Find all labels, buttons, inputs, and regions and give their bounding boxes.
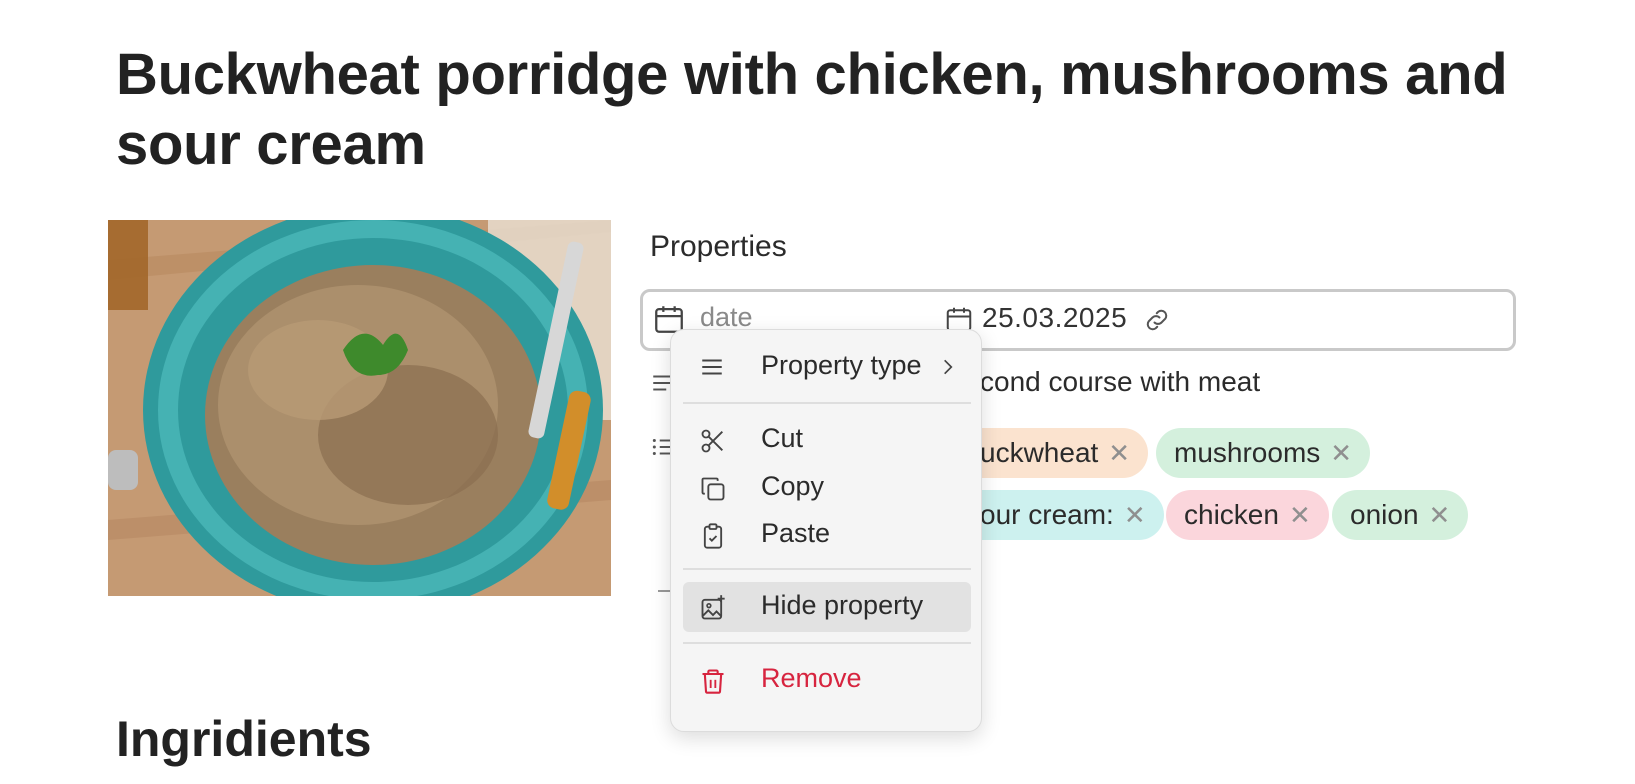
add-property-button[interactable] — [658, 590, 670, 592]
scissors-icon — [701, 429, 723, 453]
properties-heading: Properties — [650, 230, 787, 263]
ingredients-heading: Ingridients — [116, 711, 372, 767]
tag-label: our cream: — [980, 499, 1114, 530]
recipe-photo — [108, 220, 611, 596]
tag-onion[interactable]: onion ✕ — [1332, 490, 1469, 540]
menu-item-copy[interactable]: Copy — [683, 463, 971, 513]
tag-label: uckwheat — [980, 437, 1099, 468]
trash-icon — [702, 669, 724, 694]
menu-item-cut[interactable]: Cut — [683, 415, 971, 465]
remove-tag-icon[interactable]: ✕ — [1124, 500, 1146, 530]
remove-tag-icon[interactable]: ✕ — [1429, 500, 1451, 530]
menu-item-remove[interactable]: Remove — [683, 655, 971, 705]
menu-item-label: Property type — [761, 350, 922, 380]
menu-item-label: Remove — [761, 663, 862, 693]
tag-chicken[interactable]: chicken ✕ — [1166, 490, 1329, 540]
lines-icon — [702, 359, 722, 375]
menu-item-hide-property[interactable]: Hide property — [683, 582, 971, 632]
remove-tag-icon[interactable]: ✕ — [1108, 438, 1130, 468]
menu-item-property-type[interactable]: Property type — [683, 342, 971, 392]
property-context-menu: Property type Cut Copy Paste Hide proper… — [670, 329, 982, 732]
menu-item-label: Cut — [761, 423, 804, 453]
category-value[interactable]: cond course with meat — [980, 366, 1300, 398]
remove-tag-icon[interactable]: ✕ — [1330, 438, 1352, 468]
tag-mushrooms[interactable]: mushrooms ✕ — [1156, 428, 1371, 478]
menu-divider — [683, 402, 971, 404]
menu-divider — [683, 642, 971, 644]
link-icon[interactable] — [1142, 305, 1172, 335]
copy-icon — [701, 477, 725, 501]
menu-item-label: Copy — [761, 471, 825, 501]
image-plus-icon — [701, 595, 725, 620]
chevron-right-icon — [944, 359, 953, 375]
menu-item-label: Paste — [761, 518, 831, 548]
menu-item-paste[interactable]: Paste — [683, 510, 971, 560]
clipboard-icon — [703, 523, 723, 549]
menu-divider — [683, 568, 971, 570]
date-value[interactable]: 25.03.2025 — [982, 302, 1127, 334]
tag-label: mushrooms — [1174, 437, 1321, 468]
tag-label: onion — [1350, 499, 1419, 530]
tag-label: chicken — [1184, 499, 1279, 530]
menu-item-label: Hide property — [761, 590, 924, 620]
remove-tag-icon[interactable]: ✕ — [1289, 500, 1311, 530]
page-title: Buckwheat porridge with chicken, mushroo… — [116, 42, 1508, 177]
